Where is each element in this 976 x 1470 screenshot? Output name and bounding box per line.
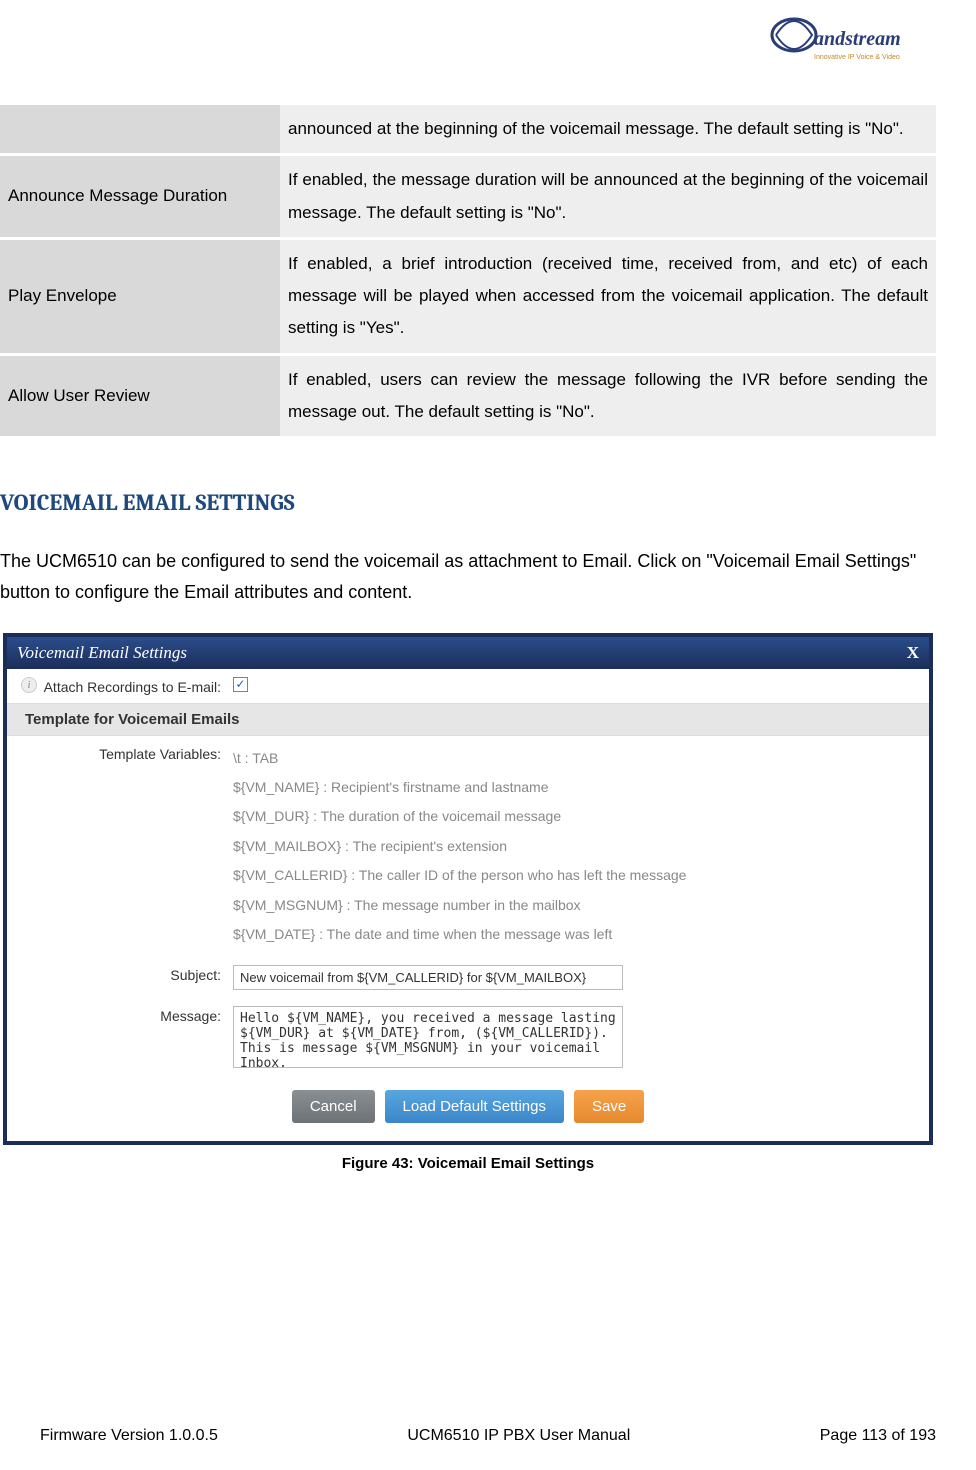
template-subhead: Template for Voicemail Emails [7, 703, 929, 736]
footer-manual-title: UCM6510 IP PBX User Manual [407, 1427, 630, 1445]
close-icon[interactable]: X [907, 643, 919, 663]
table-row: Allow User Review If enabled, users can … [0, 354, 936, 438]
brand-logo: andstream Innovative IP Voice & Video [766, 15, 936, 70]
template-variables-list: \t : TAB ${VM_NAME} : Recipient's firstn… [233, 744, 915, 950]
load-default-button[interactable]: Load Default Settings [385, 1090, 564, 1123]
save-button[interactable]: Save [574, 1090, 644, 1123]
voicemail-email-settings-dialog: Voicemail Email Settings X i Attach Reco… [3, 633, 933, 1146]
subject-label: Subject: [43, 965, 233, 983]
dialog-title: Voicemail Email Settings [17, 643, 187, 663]
tv-line: ${VM_CALLERID} : The caller ID of the pe… [233, 861, 915, 890]
figure-caption: Figure 43: Voicemail Email Settings [0, 1155, 936, 1172]
message-label: Message: [43, 1006, 233, 1024]
table-row: Play Envelope If enabled, a brief introd… [0, 238, 936, 354]
attach-recordings-checkbox[interactable]: ✓ [233, 677, 248, 692]
tv-line: ${VM_DATE} : The date and time when the … [233, 920, 915, 949]
section-heading: VOICEMAIL EMAIL SETTINGS [0, 489, 936, 516]
message-row: Message: [7, 998, 929, 1076]
cell-label: Announce Message Duration [0, 155, 280, 239]
tv-line: ${VM_DUR} : The duration of the voicemai… [233, 802, 915, 831]
svg-text:Innovative IP Voice & Video: Innovative IP Voice & Video [814, 54, 900, 61]
cell-label: Allow User Review [0, 354, 280, 438]
cell-label [0, 105, 280, 155]
table-row: announced at the beginning of the voicem… [0, 105, 936, 155]
attach-recordings-row: i Attach Recordings to E-mail: ✓ [7, 669, 929, 703]
subject-row: Subject: [7, 957, 929, 998]
subject-input[interactable] [233, 965, 623, 990]
section-paragraph: The UCM6510 can be configured to send th… [0, 546, 936, 607]
cancel-button[interactable]: Cancel [292, 1090, 375, 1123]
cell-desc: If enabled, a brief introduction (receiv… [280, 238, 936, 354]
tv-line: ${VM_MAILBOX} : The recipient's extensio… [233, 832, 915, 861]
cell-label: Play Envelope [0, 238, 280, 354]
settings-table: announced at the beginning of the voicem… [0, 105, 936, 439]
template-variables-row: Template Variables: \t : TAB ${VM_NAME} … [7, 736, 929, 958]
cell-desc: announced at the beginning of the voicem… [280, 105, 936, 155]
tv-line: \t : TAB [233, 744, 915, 773]
footer-firmware: Firmware Version 1.0.0.5 [40, 1427, 218, 1445]
dialog-titlebar: Voicemail Email Settings X [7, 637, 929, 669]
table-row: Announce Message Duration If enabled, th… [0, 155, 936, 239]
cell-desc: If enabled, users can review the message… [280, 354, 936, 438]
template-variables-label: Template Variables: [43, 744, 233, 762]
attach-recordings-label: Attach Recordings to E-mail: [43, 677, 233, 695]
cell-desc: If enabled, the message duration will be… [280, 155, 936, 239]
message-textarea[interactable] [233, 1006, 623, 1068]
dialog-buttons: Cancel Load Default Settings Save [7, 1076, 929, 1141]
footer-page-number: Page 113 of 193 [820, 1427, 936, 1445]
tv-line: ${VM_MSGNUM} : The message number in the… [233, 891, 915, 920]
page-footer: Firmware Version 1.0.0.5 UCM6510 IP PBX … [40, 1427, 936, 1445]
tv-line: ${VM_NAME} : Recipient's firstname and l… [233, 773, 915, 802]
info-icon[interactable]: i [21, 677, 37, 693]
svg-text:andstream: andstream [814, 28, 901, 50]
